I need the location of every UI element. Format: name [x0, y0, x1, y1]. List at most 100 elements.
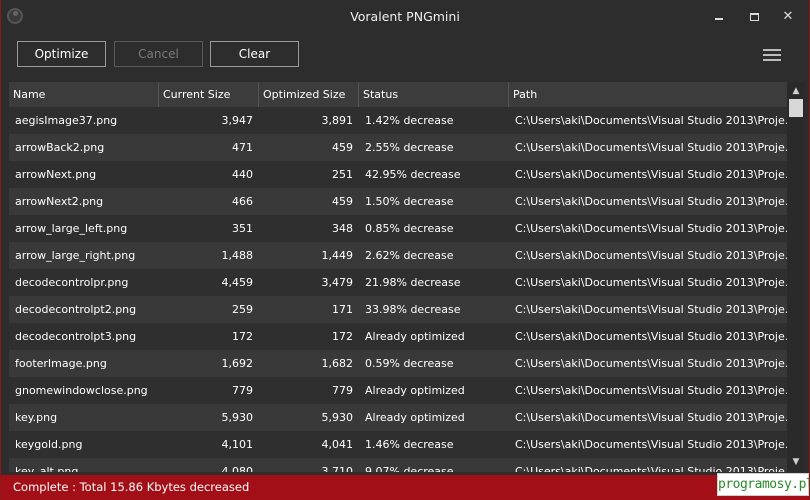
cell-path: C:\Users\aki\Documents\Visual Studio 201… — [515, 465, 787, 472]
close-button[interactable]: ✕ — [778, 8, 798, 26]
toolbar: Optimize Cancel Clear — [1, 34, 809, 76]
column-header-status[interactable]: Status — [359, 82, 509, 107]
cancel-button: Cancel — [114, 41, 203, 67]
scroll-down-icon[interactable]: ▼ — [790, 456, 802, 468]
table-row[interactable]: footerImage.png 1,692 1,682 0.59% decrease C… — [9, 350, 787, 377]
cell-current-size: 172 — [232, 330, 253, 343]
cell-optimized-size: 4,041 — [321, 438, 354, 451]
column-header-path[interactable]: Path — [509, 82, 787, 107]
title-bar: Voralent PNGmini ✕ — [1, 0, 809, 34]
cell-path: C:\Users\aki\Documents\Visual Studio 201… — [515, 303, 787, 316]
table-row[interactable]: keygold.png 4,101 4,041 1.46% decrease C:\Us… — [9, 431, 787, 458]
cell-status: Already optimized — [365, 411, 465, 424]
cell-current-size: 4,459 — [221, 276, 254, 289]
window-title: Voralent PNGmini — [350, 9, 460, 24]
cell-path: C:\Users\aki\Documents\Visual Studio 201… — [515, 276, 787, 289]
minimize-button[interactable] — [709, 8, 729, 26]
cell-status: 1.50% decrease — [365, 195, 454, 208]
cell-name: gnomewindowclose.png — [15, 384, 148, 397]
cell-path: C:\Users\aki\Documents\Visual Studio 201… — [515, 249, 787, 262]
table-row[interactable]: decodecontrolpr.png 4,459 3,479 21.98% decr… — [9, 269, 787, 296]
cell-name: arrow_large_left.png — [15, 222, 128, 235]
table-row[interactable]: aegisImage37.png 3,947 3,891 1.42% decrease… — [9, 107, 787, 134]
cell-optimized-size: 348 — [332, 222, 353, 235]
column-header-optimized-size[interactable]: Optimized Size — [259, 82, 359, 107]
table-row[interactable]: arrow_large_left.png 351 348 0.85% decrease… — [9, 215, 787, 242]
cell-name: key_alt.png — [15, 465, 79, 472]
cell-name: arrowNext2.png — [15, 195, 104, 208]
cell-optimized-size: 1,449 — [321, 249, 354, 262]
column-header-current-size[interactable]: Current Size — [159, 82, 259, 107]
close-icon: ✕ — [782, 9, 794, 24]
cell-current-size: 259 — [232, 303, 253, 316]
cell-optimized-size: 172 — [332, 330, 353, 343]
cell-status: 21.98% decrease — [365, 276, 461, 289]
watermark-logo: programosy.pl — [717, 473, 809, 496]
cell-optimized-size: 251 — [332, 168, 353, 181]
cell-current-size: 1,692 — [221, 357, 254, 370]
cell-status: 2.62% decrease — [365, 249, 454, 262]
cell-current-size: 4,080 — [221, 465, 254, 472]
cell-path: C:\Users\aki\Documents\Visual Studio 201… — [515, 222, 787, 235]
cell-status: 0.59% decrease — [365, 357, 454, 370]
clear-button[interactable]: Clear — [210, 41, 299, 67]
cell-status: Already optimized — [365, 384, 465, 397]
cell-current-size: 779 — [232, 384, 253, 397]
menu-icon[interactable] — [763, 49, 781, 63]
scroll-up-icon[interactable]: ▲ — [790, 85, 802, 97]
table-row[interactable]: arrowNext.png 440 251 42.95% decrease C:\Use… — [9, 161, 787, 188]
cell-name: keygold.png — [15, 438, 83, 451]
table-row[interactable]: gnomewindowclose.png 779 779 Already optimi… — [9, 377, 787, 404]
table-row[interactable]: arrowBack2.png 471 459 2.55% decrease C:\Use… — [9, 134, 787, 161]
cell-current-size: 471 — [232, 141, 253, 154]
table-row[interactable]: decodecontrolpt3.png 172 172 Already optimi… — [9, 323, 787, 350]
vertical-scrollbar[interactable]: ▲ ▼ — [787, 82, 805, 472]
table-row[interactable]: decodecontrolpt2.png 259 171 33.98% decreas… — [9, 296, 787, 323]
maximize-icon — [749, 12, 759, 21]
cell-optimized-size: 459 — [332, 195, 353, 208]
table-row[interactable]: key_alt.png 4,080 3,710 9.07% decrease C:\Us… — [9, 458, 787, 472]
cell-optimized-size: 3,891 — [321, 114, 354, 127]
cell-path: C:\Users\aki\Documents\Visual Studio 201… — [515, 114, 787, 127]
cell-path: C:\Users\aki\Documents\Visual Studio 201… — [515, 195, 787, 208]
cell-current-size: 5,930 — [221, 411, 254, 424]
cell-status: Already optimized — [365, 330, 465, 343]
cell-optimized-size: 3,710 — [321, 465, 354, 472]
cell-name: decodecontrolpr.png — [15, 276, 129, 289]
cell-name: aegisImage37.png — [15, 114, 118, 127]
minimize-icon — [715, 17, 723, 20]
cell-path: C:\Users\aki\Documents\Visual Studio 201… — [515, 384, 787, 397]
cell-name: decodecontrolpt2.png — [15, 303, 137, 316]
cell-status: 0.85% decrease — [365, 222, 454, 235]
cell-path: C:\Users\aki\Documents\Visual Studio 201… — [515, 411, 787, 424]
cell-status: 1.42% decrease — [365, 114, 454, 127]
table-body: aegisImage37.png 3,947 3,891 1.42% decrease… — [9, 107, 787, 472]
cell-status: 9.07% decrease — [365, 465, 454, 472]
optimize-button[interactable]: Optimize — [17, 41, 106, 67]
scrollbar-thumb[interactable] — [789, 99, 803, 117]
cell-status: 42.95% decrease — [365, 168, 461, 181]
cell-status: 33.98% decrease — [365, 303, 461, 316]
file-table: Name Current Size Optimized Size Status … — [9, 82, 805, 472]
cell-optimized-size: 1,682 — [321, 357, 354, 370]
cell-current-size: 351 — [232, 222, 253, 235]
cell-optimized-size: 5,930 — [321, 411, 354, 424]
cell-name: footerImage.png — [15, 357, 107, 370]
cell-path: C:\Users\aki\Documents\Visual Studio 201… — [515, 438, 787, 451]
cell-current-size: 4,101 — [221, 438, 254, 451]
status-text: Complete : Total 15.86 Kbytes decreased — [13, 480, 250, 494]
column-header-name[interactable]: Name — [9, 82, 159, 107]
table-row[interactable]: key.png 5,930 5,930 Already optimized C:\Use… — [9, 404, 787, 431]
cell-status: 2.55% decrease — [365, 141, 454, 154]
cell-current-size: 440 — [232, 168, 253, 181]
cell-name: key.png — [15, 411, 58, 424]
cell-optimized-size: 459 — [332, 141, 353, 154]
maximize-button[interactable] — [744, 8, 764, 26]
table-row[interactable]: arrowNext2.png 466 459 1.50% decrease C:\Use… — [9, 188, 787, 215]
table-row[interactable]: arrow_large_right.png 1,488 1,449 2.62% dec… — [9, 242, 787, 269]
cell-path: C:\Users\aki\Documents\Visual Studio 201… — [515, 168, 787, 181]
cell-current-size: 1,488 — [221, 249, 254, 262]
cell-current-size: 3,947 — [221, 114, 254, 127]
cell-optimized-size: 171 — [332, 303, 353, 316]
cell-name: arrow_large_right.png — [15, 249, 136, 262]
